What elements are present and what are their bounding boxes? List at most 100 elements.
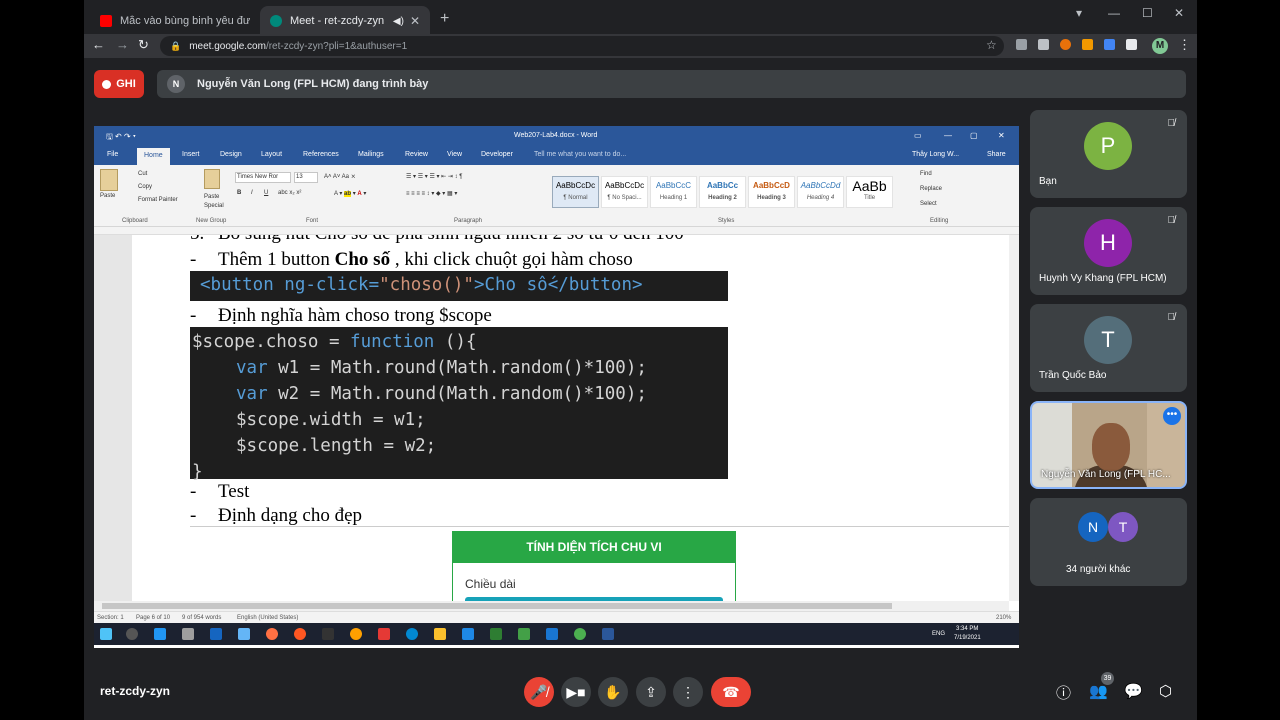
minimize-icon[interactable]: — bbox=[1108, 6, 1120, 20]
search-icon bbox=[126, 628, 138, 640]
profile-avatar[interactable]: M bbox=[1152, 38, 1168, 54]
more-options-button[interactable]: ⋮ bbox=[673, 677, 703, 707]
paste-special-label: Paste Special bbox=[204, 194, 224, 209]
youtube-icon bbox=[100, 15, 112, 27]
lock-icon[interactable]: 🔒 bbox=[170, 41, 181, 52]
extension-icon[interactable] bbox=[1104, 39, 1115, 50]
app-icon bbox=[462, 628, 474, 640]
camera-extension-icon[interactable] bbox=[1038, 39, 1049, 50]
extension-icon[interactable] bbox=[1016, 39, 1027, 50]
list-icon: ☰ ▾ ☰ ▾ ☰ ▾ ⇤ ⇥ ↕ ¶ bbox=[406, 174, 463, 180]
paste-label: Paste bbox=[100, 193, 116, 199]
save-icon: 🖫 ↶ ↷ ▾ bbox=[106, 132, 136, 141]
format-painter-label: Format Painter bbox=[138, 197, 178, 203]
activities-icon[interactable]: ⬡ bbox=[1159, 682, 1172, 700]
word-statusbar: Section: 1 Page 6 of 10 9 of 954 words E… bbox=[94, 611, 1019, 623]
participant-tile[interactable]: 🎙̸ P Bạn bbox=[1030, 110, 1187, 198]
presenter-banner: N Nguyễn Văn Long (FPL HCM) đang trình b… bbox=[157, 70, 1186, 98]
participant-name: Nguyễn Văn Long (FPL HC... bbox=[1041, 469, 1171, 480]
presenting-text: Nguyễn Văn Long (FPL HCM) đang trình bày bbox=[197, 78, 429, 90]
code-block-button: <button ng-click="choso()">Cho số</butto… bbox=[190, 271, 728, 301]
tab-meet[interactable]: Meet - ret-zcdy-zyn ◀) ✕ bbox=[260, 6, 430, 36]
maximize-icon: ▢ bbox=[970, 131, 978, 140]
windows-start-icon bbox=[100, 628, 112, 640]
menu-file: File bbox=[107, 151, 119, 158]
tab-title: Mắc vào bùng binh yêu đương bbox=[120, 15, 250, 27]
word-icon bbox=[602, 628, 614, 640]
participant-name: Bạn bbox=[1039, 176, 1057, 187]
app-icon bbox=[210, 628, 222, 640]
camera-toggle-button[interactable]: ▶■ bbox=[561, 677, 591, 707]
status-words: 9 of 954 words bbox=[182, 615, 222, 621]
mic-toggle-button[interactable]: 🎤̸ bbox=[524, 677, 554, 707]
user-name: Thây Long W... bbox=[912, 151, 960, 158]
tab-strip: Mắc vào bùng binh yêu đương Meet - ret-z… bbox=[84, 0, 1197, 36]
card-title: TÍNH DIỆN TÍCH CHU VI bbox=[452, 531, 736, 563]
cut-label: Cut bbox=[138, 171, 148, 177]
letterbox-right bbox=[1197, 0, 1280, 720]
find-label: Find bbox=[920, 171, 932, 177]
explorer-icon bbox=[434, 628, 446, 640]
raise-hand-button[interactable]: ✋ bbox=[598, 677, 628, 707]
bold-icon: B bbox=[237, 190, 242, 196]
forward-icon[interactable]: → bbox=[116, 37, 129, 52]
document-page: 5.Bổ sung nút Cho số để phá sinh ngẫu nh… bbox=[132, 235, 1009, 601]
italic-icon: I bbox=[251, 190, 253, 196]
tab-youtube[interactable]: Mắc vào bùng binh yêu đương bbox=[90, 6, 260, 36]
font-size-buttons-icon: A˄ A˅ Aa ⨯ bbox=[324, 174, 356, 180]
mic-muted-icon: 🎙̸ bbox=[1167, 312, 1176, 323]
puzzle-extensions-icon[interactable] bbox=[1126, 39, 1137, 50]
more-options-icon[interactable]: ••• bbox=[1163, 407, 1181, 425]
style-heading-4: AaBbCcDd Heading 4 bbox=[797, 176, 844, 208]
close-tab-icon[interactable]: ✕ bbox=[410, 14, 420, 28]
card-label: Chiều dài bbox=[465, 577, 516, 591]
extension-icon[interactable] bbox=[1060, 39, 1071, 50]
chat-icon[interactable]: 💬 bbox=[1124, 682, 1143, 700]
avatar: P bbox=[1084, 122, 1132, 170]
taskbar-language: ENG bbox=[932, 631, 946, 637]
back-icon[interactable]: ← bbox=[92, 37, 105, 52]
group-clipboard: Clipboard bbox=[122, 218, 148, 224]
recording-label: GHI bbox=[116, 78, 136, 90]
close-window-icon[interactable]: ✕ bbox=[1174, 6, 1184, 20]
bookmark-star-icon[interactable]: ☆ bbox=[986, 38, 997, 52]
group-paragraph: Paragraph bbox=[454, 218, 483, 224]
code-line: } bbox=[192, 462, 203, 482]
presenter-video-tile[interactable]: ••• Nguyễn Văn Long (FPL HC... bbox=[1030, 401, 1187, 489]
group-font: Font bbox=[306, 218, 319, 224]
copy-label: Copy bbox=[138, 184, 153, 190]
close-icon: ✕ bbox=[998, 131, 1005, 140]
end-call-button[interactable]: ☎ bbox=[711, 677, 751, 707]
menu-layout: Layout bbox=[261, 151, 283, 158]
avatar: N bbox=[1078, 512, 1108, 542]
underline-icon: U bbox=[264, 190, 269, 196]
address-bar[interactable]: 🔒 meet.google.com /ret-zcdy-zyn?pli=1&au… bbox=[160, 36, 1004, 56]
status-section: Section: 1 bbox=[97, 615, 124, 621]
menu-mailings: Mailings bbox=[358, 151, 384, 158]
reload-icon[interactable]: ↻ bbox=[138, 37, 149, 53]
url-path: /ret-zcdy-zyn?pli=1&authuser=1 bbox=[265, 40, 408, 52]
speaker-icon[interactable]: ◀) bbox=[393, 16, 404, 27]
avatar: H bbox=[1084, 219, 1132, 267]
menu-references: References bbox=[303, 151, 339, 158]
status-zoom: 210% bbox=[996, 615, 1012, 621]
new-tab-icon[interactable]: + bbox=[440, 10, 449, 28]
tab-search-icon[interactable]: ▾ bbox=[1076, 6, 1082, 20]
code-line: $scope.width = w1; bbox=[236, 410, 426, 430]
info-icon[interactable]: ⓘ bbox=[1056, 682, 1071, 703]
word-menu: File Home Insert Design Layout Reference… bbox=[94, 145, 1019, 165]
horizontal-scrollbar bbox=[94, 601, 1009, 611]
present-button[interactable]: ⇪ bbox=[636, 677, 666, 707]
style-title: AaBb Title bbox=[846, 176, 893, 208]
recording-button[interactable]: GHI bbox=[94, 70, 144, 98]
app-icon bbox=[238, 628, 250, 640]
maximize-icon[interactable]: ☐ bbox=[1142, 6, 1153, 20]
participant-tile[interactable]: 🎙̸ H Huynh Vy Khang (FPL HCM) bbox=[1030, 207, 1187, 295]
extension-icon[interactable] bbox=[1082, 39, 1093, 50]
meeting-code: ret-zcdy-zyn bbox=[100, 684, 171, 698]
others-tile[interactable]: N T 34 người khác bbox=[1030, 498, 1187, 586]
browser-toolbar: ← → ↻ 🔒 meet.google.com /ret-zcdy-zyn?pl… bbox=[84, 34, 1197, 58]
participant-tile[interactable]: 🎙̸ T Trần Quốc Bảo bbox=[1030, 304, 1187, 392]
menu-kebab-icon[interactable]: ⋮ bbox=[1178, 37, 1191, 53]
app-icon bbox=[518, 628, 530, 640]
